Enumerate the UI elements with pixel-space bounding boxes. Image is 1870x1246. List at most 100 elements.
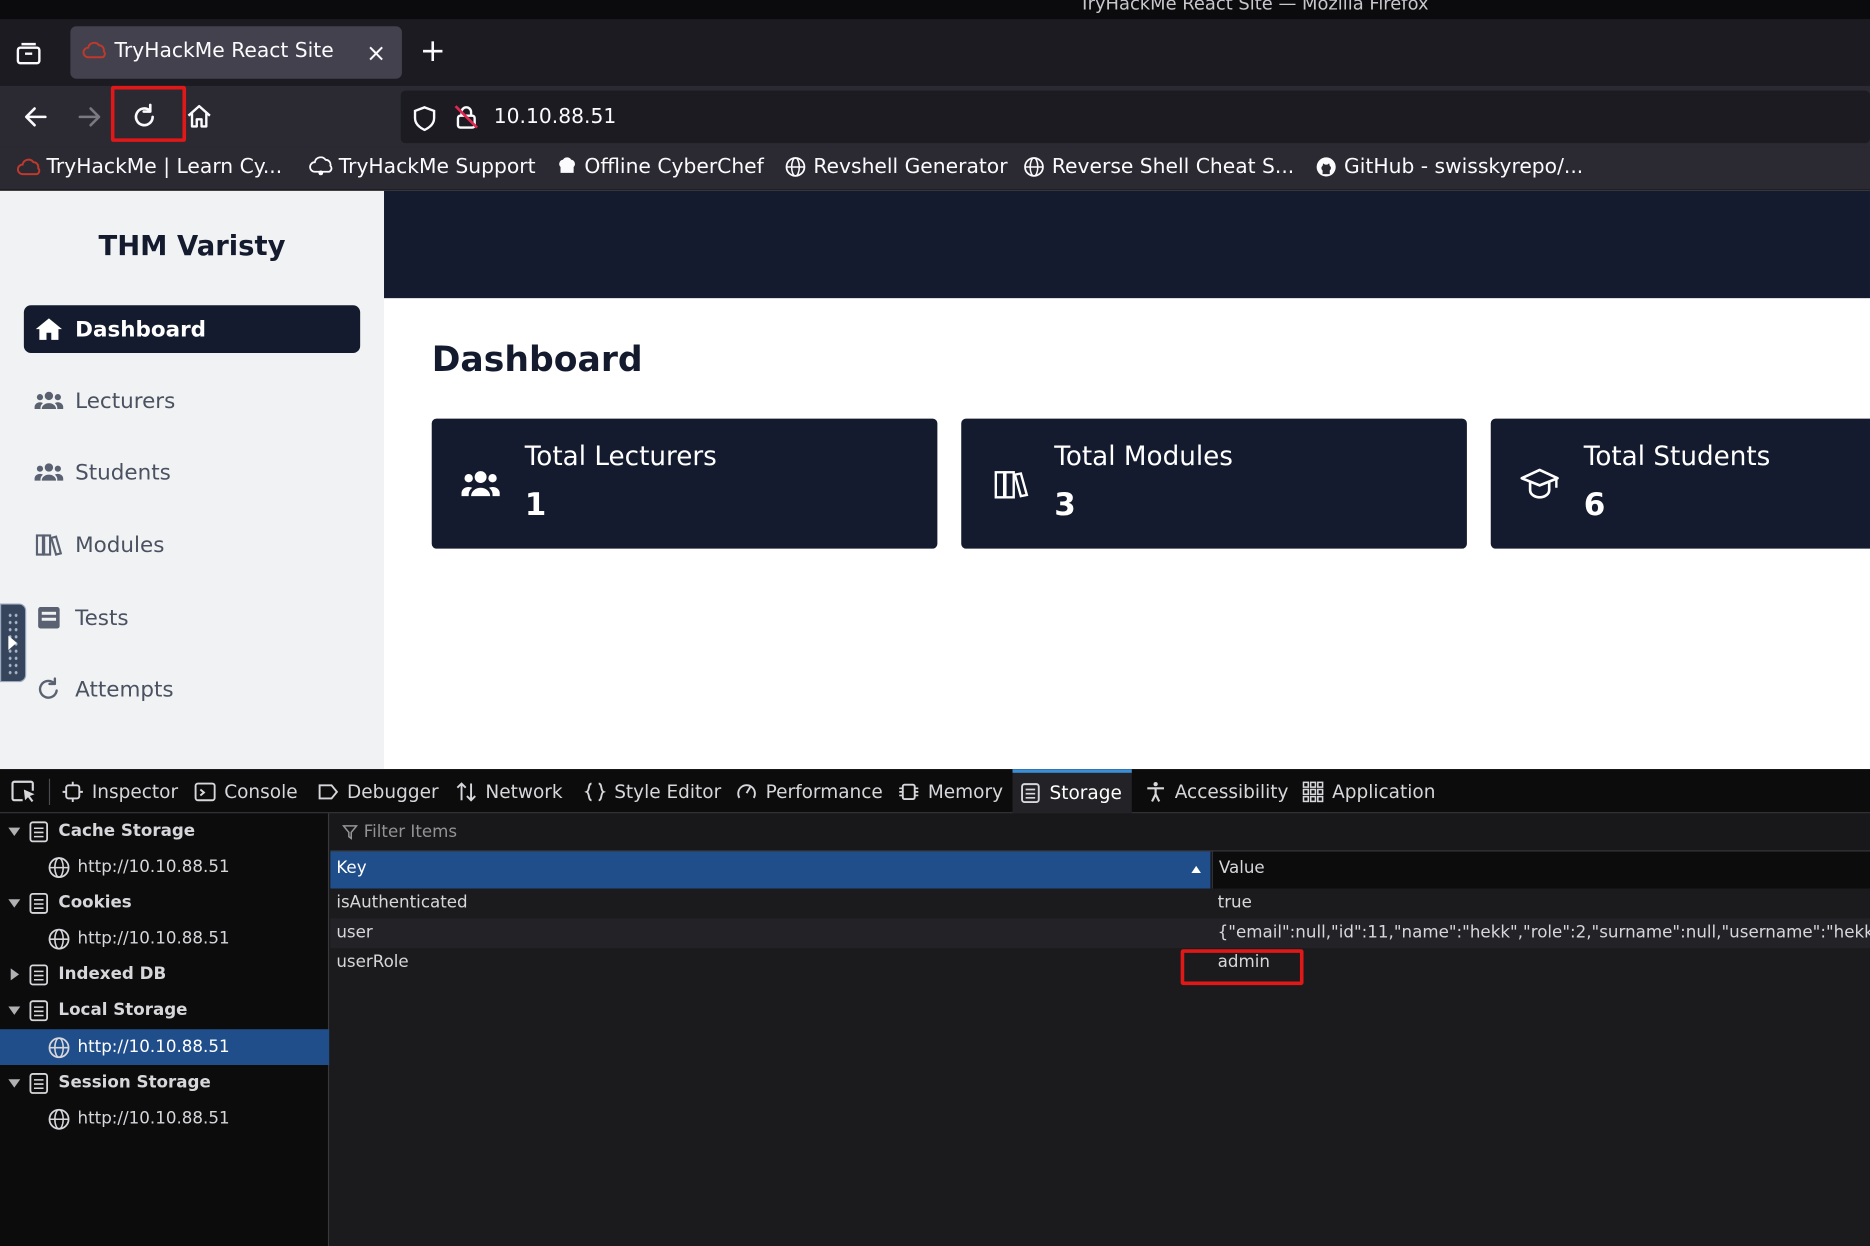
tree-origin-local-storage[interactable]: http://10.10.88.51	[0, 1029, 330, 1065]
thm-icon	[17, 158, 41, 176]
tab-performance[interactable]: Performance	[729, 769, 883, 813]
tab-label: TryHackMe React Site	[114, 39, 334, 64]
tree-label: Cookies	[58, 893, 132, 913]
table-row[interactable]: user {"email":null,"id":11,"name":"hekk"…	[330, 918, 1870, 949]
url-text[interactable]: 10.10.88.51	[494, 105, 617, 129]
sidebar-item-label: Modules	[75, 532, 165, 558]
tree-category-cache-storage[interactable]: Cache Storage	[0, 813, 329, 849]
tree-category-cookies[interactable]: Cookies	[0, 885, 329, 921]
github-icon	[1316, 157, 1336, 177]
table-header: Key Value	[330, 851, 1870, 889]
tab-label: Storage	[1049, 782, 1122, 804]
storage-icon	[29, 963, 49, 985]
column-header-value[interactable]: Value	[1211, 851, 1870, 889]
back-arrow-icon[interactable]	[19, 100, 52, 133]
sort-ascending-icon	[1191, 865, 1201, 873]
table-row[interactable]: userRole admin	[330, 948, 1870, 978]
insecure-lock-icon[interactable]	[453, 104, 479, 130]
tab-memory[interactable]: Memory	[891, 769, 1003, 813]
twisty-expanded-icon[interactable]	[8, 1005, 21, 1015]
bookmark-revshell[interactable]: Revshell Generator	[784, 155, 1008, 179]
expand-arrow-icon	[8, 635, 17, 650]
sidebar-item-tests[interactable]: Tests	[24, 594, 360, 642]
tab-accessibility[interactable]: Accessibility	[1138, 769, 1288, 813]
tab-list-icon[interactable]	[14, 41, 43, 67]
cell-value: true	[1217, 893, 1252, 913]
storage-icon	[29, 820, 49, 842]
column-header-key[interactable]: Key	[330, 851, 1211, 889]
tab-console[interactable]: Console	[187, 769, 298, 813]
tab-active[interactable]: TryHackMe React Site ×	[70, 26, 402, 79]
url-bar[interactable]: 10.10.88.51	[400, 90, 1870, 144]
globe-icon	[48, 1036, 70, 1058]
tree-origin-cookies[interactable]: http://10.10.88.51	[0, 921, 329, 957]
storage-icon	[29, 1072, 49, 1094]
sidebar-drag-handle[interactable]	[0, 603, 27, 683]
bookmark-label: Reverse Shell Cheat S...	[1051, 155, 1295, 179]
tree-label: http://10.10.88.51	[77, 929, 230, 949]
tab-inspector[interactable]: Inspector	[55, 769, 178, 813]
bookmark-cyberchef[interactable]: Offline CyberChef	[555, 155, 764, 179]
bookmark-reverse-shell[interactable]: Reverse Shell Cheat S...	[1022, 155, 1294, 179]
toolbar-divider	[48, 778, 51, 806]
cell-key: isAuthenticated	[336, 893, 468, 913]
tab-label: Inspector	[91, 780, 179, 803]
tab-debugger[interactable]: Debugger	[310, 769, 439, 813]
tab-style-editor[interactable]: Style Editor	[577, 769, 721, 813]
support-icon	[309, 156, 333, 176]
filter-items-input[interactable]: Filter Items	[330, 813, 1870, 852]
users-icon	[34, 391, 64, 410]
tab-label: Console	[224, 780, 298, 803]
bookmark-support[interactable]: TryHackMe Support	[309, 155, 536, 179]
sidebar-item-attempts[interactable]: Attempts	[24, 665, 360, 713]
tree-category-session-storage[interactable]: Session Storage	[0, 1065, 329, 1101]
users-icon	[34, 463, 64, 481]
card-value: 6	[1583, 487, 1606, 524]
home-icon	[35, 318, 63, 340]
sidebar-item-label: Lecturers	[75, 388, 176, 414]
globe-icon	[1024, 157, 1044, 177]
twisty-expanded-icon[interactable]	[8, 1078, 21, 1088]
bookmark-label: Revshell Generator	[813, 155, 1008, 179]
users-icon	[461, 471, 500, 497]
globe-icon	[48, 928, 70, 950]
twisty-expanded-icon[interactable]	[8, 898, 21, 907]
sidebar-item-label: Tests	[75, 605, 129, 631]
thm-favicon-icon	[82, 41, 106, 59]
tab-label: Memory	[927, 780, 1004, 803]
sidebar-item-modules[interactable]: Modules	[24, 521, 360, 569]
element-picker-icon[interactable]	[11, 780, 37, 804]
tab-storage[interactable]: Storage	[1012, 769, 1132, 814]
screenshot-root: TryHackMe React Site — Mozilla Firefox T…	[0, 0, 1870, 1246]
tracking-shield-icon[interactable]	[413, 105, 437, 132]
tab-application[interactable]: Application	[1295, 769, 1435, 813]
card-total-modules: Total Modules 3	[961, 418, 1467, 549]
tree-label: http://10.10.88.51	[77, 1109, 230, 1129]
tree-category-indexed-db[interactable]: Indexed DB	[0, 956, 329, 992]
filter-funnel-icon	[342, 825, 358, 840]
sidebar-item-lecturers[interactable]: Lecturers	[24, 377, 360, 425]
table-row[interactable]: isAuthenticated true	[330, 888, 1870, 918]
console-icon	[194, 781, 216, 801]
bookmark-github[interactable]: GitHub - swisskyrepo/...	[1314, 155, 1583, 179]
bookmark-tryhackme[interactable]: TryHackMe | Learn Cy...	[17, 155, 282, 179]
storage-icon	[29, 892, 49, 914]
card-title: Total Students	[1583, 442, 1771, 473]
refresh-icon	[38, 677, 58, 699]
window-title: TryHackMe React Site — Mozilla Firefox	[1079, 0, 1429, 15]
tree-origin-session[interactable]: http://10.10.88.51	[0, 1101, 329, 1137]
twisty-expanded-icon[interactable]	[8, 827, 21, 836]
sidebar-item-students[interactable]: Students	[24, 448, 360, 496]
twisty-collapsed-icon[interactable]	[10, 968, 20, 981]
new-tab-button[interactable]: +	[420, 33, 446, 69]
tree-origin-cache[interactable]: http://10.10.88.51	[0, 849, 329, 885]
forward-arrow-icon[interactable]	[73, 100, 106, 133]
tab-network[interactable]: Network	[448, 769, 563, 813]
home-icon[interactable]	[182, 100, 215, 133]
app-brand: THM Varisty	[98, 231, 286, 263]
window-titlebar: TryHackMe React Site — Mozilla Firefox	[0, 0, 1870, 20]
tab-close-icon[interactable]: ×	[366, 38, 386, 67]
sidebar-item-dashboard[interactable]: Dashboard	[23, 305, 361, 354]
tree-category-local-storage[interactable]: Local Storage	[0, 992, 329, 1028]
admin-value-highlight-box	[1180, 949, 1304, 986]
